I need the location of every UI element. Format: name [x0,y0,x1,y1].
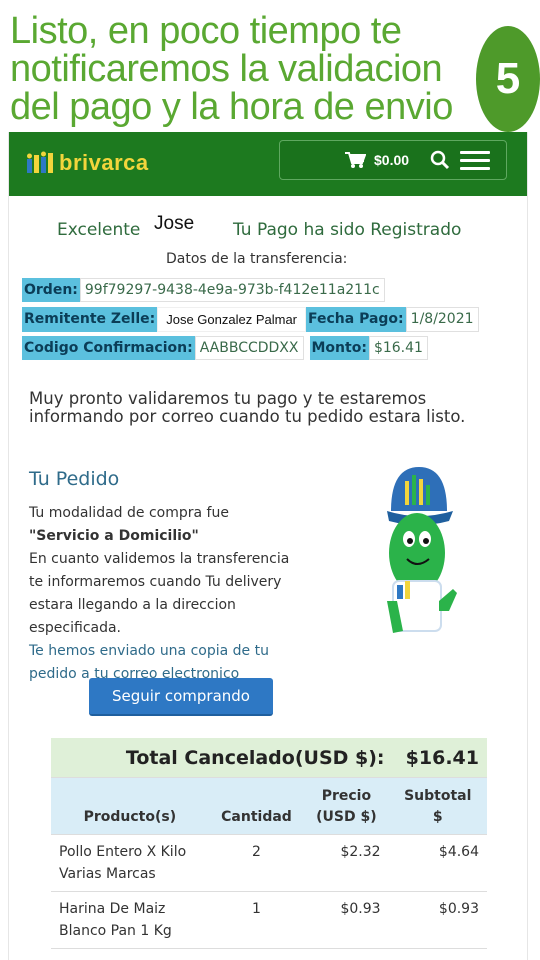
cart-icon[interactable] [344,151,366,169]
price-header-line: (USD $) [316,809,377,825]
sender-value: Jose Gonzalez Palmar [157,307,306,332]
confirmation-code-value: AABBCCDDXX [194,336,304,360]
order-id-value: 99f79297-9438-4e9a-973b-f412e11a211c [79,278,385,302]
product-header: Producto(s) [51,777,209,835]
confirmation-code-label: Codigo Confirmacion: [22,336,195,360]
brand-logo[interactable]: brivarca [25,150,149,176]
subtotal-header: Subtotal $ [388,777,487,835]
instruction-banner: Listo, en poco tiempo te notificaremos l… [0,0,540,132]
customer-name: Jose [154,213,195,234]
banner-line: del pago y la hora de envio [10,86,453,128]
quantity-cell: 2 [208,834,305,892]
order-id-label: Orden: [22,278,80,302]
product-cell: Pollo Entero X Kilo Varias Marcas [51,834,209,892]
table-header-row: Producto(s) Cantidad Precio (USD $) Subt… [51,777,487,835]
mascot-illustration [387,467,457,633]
price-header: Precio (USD $) [304,777,389,835]
banner-line: notificaremos la validacion [10,48,443,90]
sender-row: Remitente Zelle: Jose Gonzalez Palmar Fe… [22,307,479,332]
search-icon[interactable] [430,150,450,170]
shopping-people-icon [27,151,53,173]
phone-screen: brivarca $0.00 Excelente Jose Tu Pago ha… [8,132,528,960]
price-cell: $2.32 [304,834,389,892]
nav-actions: $0.00 [279,140,507,180]
product-name-line: Pollo Entero X Kilo [59,844,187,860]
payment-date-value: 1/8/2021 [405,307,479,332]
amount-label: Monto: [309,336,369,360]
cart-total[interactable]: $0.00 [374,152,409,168]
hamburger-menu-icon[interactable] [460,151,490,175]
order-text-line: especificada. [29,620,122,636]
sender-label: Remitente Zelle: [22,307,158,332]
quantity-cell: 1 [208,891,305,949]
transfer-title: Datos de la transferencia: [166,251,348,267]
table-row: Pollo Entero X Kilo Varias Marcas 2 $2.3… [51,834,487,892]
order-id-row: Orden: 99f79297-9438-4e9a-973b-f412e11a2… [22,278,385,302]
order-text-line: En cuanto validemos la transferencia [29,551,290,567]
payment-status: Tu Pago ha sido Registrado [233,220,462,240]
order-text-line: te informaremos cuando Tu delivery [29,574,282,590]
banner-caption: Listo, en poco tiempo te notificaremos l… [10,12,453,126]
product-name-line: Blanco Pan 1 Kg [59,923,172,939]
product-cell: Harina De Maiz Blanco Pan 1 Kg [51,891,209,949]
step-badge: 5 [476,26,540,132]
amount-value: $16.41 [368,336,428,360]
order-section-title: Tu Pedido [29,468,120,490]
price-header-line: Precio [321,788,372,804]
confirmation-row: Codigo Confirmacion: AABBCCDDXX Monto: $… [22,336,428,360]
total-row: Total Cancelado(USD $): $16.41 [51,738,487,778]
validation-message: Muy pronto validaremos tu pago y te esta… [29,389,466,426]
order-text-line: Tu modalidad de compra fue [29,505,229,521]
subtotal-header-line: Subtotal [404,788,472,804]
total-label: Total Cancelado(USD $): [51,738,389,778]
subtotal-header-line: $ [432,809,443,825]
banner-line: Listo, en poco tiempo te [10,10,402,52]
email-copy-note: Te hemos enviado una copia de tu [29,643,269,659]
order-summary-table: Total Cancelado(USD $): $16.41 Producto(… [51,738,487,949]
table-row: Harina De Maiz Blanco Pan 1 Kg 1 $0.93 $… [51,891,487,949]
purchase-mode: "Servicio a Domicilio" [29,528,199,544]
greeting-label: Excelente [57,220,141,240]
order-details-text: Tu modalidad de compra fue "Servicio a D… [29,502,359,686]
continue-shopping-button[interactable]: Seguir comprando [89,678,273,716]
logo-text: brivarca [59,150,149,175]
total-value: $16.41 [388,738,487,778]
payment-date-label: Fecha Pago: [306,307,406,332]
price-cell: $0.93 [304,891,389,949]
order-text-line: estara llegando a la direccion [29,597,236,613]
subtotal-cell: $4.64 [388,834,487,892]
top-navbar: brivarca $0.00 [9,132,527,196]
subtotal-cell: $0.93 [388,891,487,949]
quantity-header: Cantidad [208,777,305,835]
product-name-line: Harina De Maiz [59,901,166,917]
product-name-line: Varias Marcas [59,866,156,882]
